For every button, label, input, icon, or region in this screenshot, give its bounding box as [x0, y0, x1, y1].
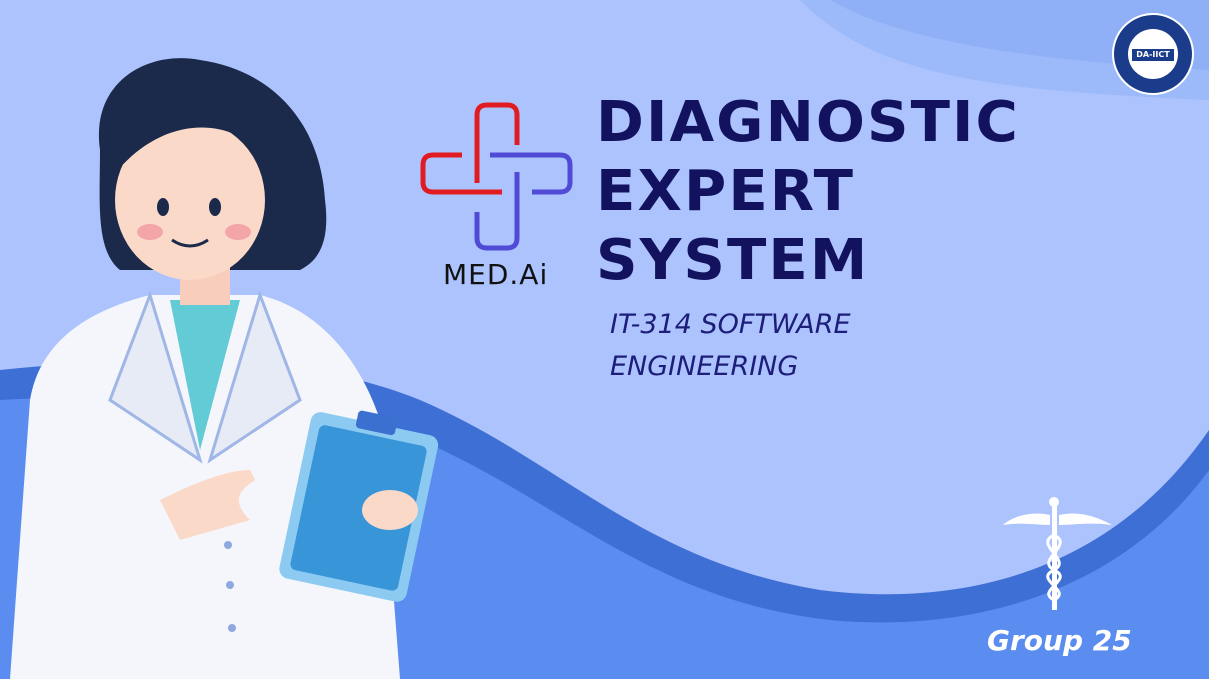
- title-line: EXPERT: [596, 159, 856, 224]
- course-subtitle: IT-314 SOFTWARE ENGINEERING: [610, 304, 851, 388]
- title-line: SYSTEM: [596, 228, 870, 293]
- page-title: DIAGNOSTIC EXPERT SYSTEM: [596, 88, 1020, 295]
- med-ai-cross-icon: [420, 102, 573, 251]
- da-iict-seal: DA-IICT: [1112, 13, 1194, 95]
- title-line: DIAGNOSTIC: [596, 90, 1020, 155]
- group-label: Group 25: [987, 624, 1132, 657]
- med-ai-logo-text: MED.Ai: [443, 258, 549, 291]
- subtitle-line: IT-314 SOFTWARE: [610, 309, 851, 340]
- doctor-illustration: [10, 58, 439, 679]
- subtitle-line: ENGINEERING: [610, 351, 799, 382]
- seal-label: DA-IICT: [1132, 49, 1174, 61]
